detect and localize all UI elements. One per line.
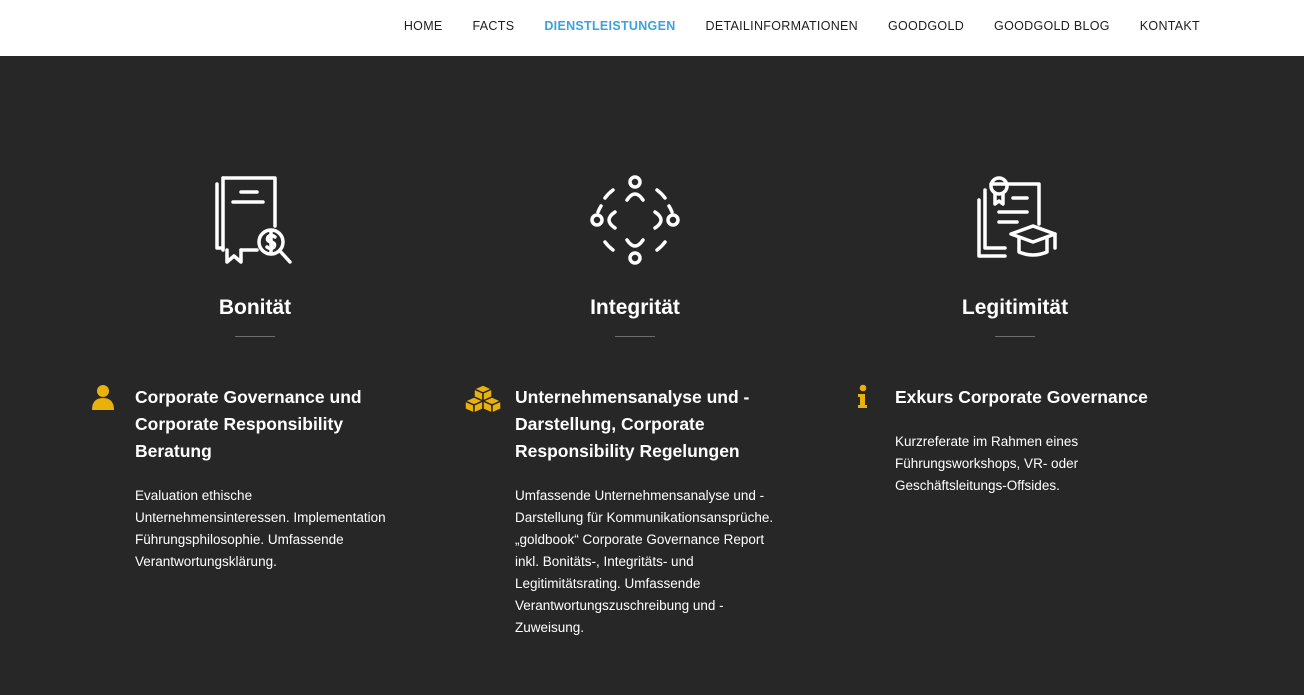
service-governance-beratung: Corporate Governance und Corporate Respo… [91, 384, 391, 573]
service-exkurs-governance: Exkurs Corporate Governance Kurzreferate… [851, 384, 1151, 497]
main-nav: HOME FACTS DIENSTLEISTUNGEN DETAILINFORM… [374, 0, 1200, 52]
divider [615, 336, 655, 337]
nav-item-home[interactable]: HOME [404, 19, 443, 33]
nav-item-detailinformationen[interactable]: DETAILINFORMATIONEN [706, 19, 858, 33]
nav-item-goodgold[interactable]: GOODGOLD [888, 19, 964, 33]
nav-item-kontakt[interactable]: KONTAKT [1140, 19, 1200, 33]
service-title: Unternehmensanalyse und -Darstellung, Co… [515, 387, 750, 461]
pillar-bonitaet: Bonität [115, 170, 395, 337]
service-unternehmensanalyse: Unternehmensanalyse und -Darstellung, Co… [465, 384, 785, 639]
service-title: Exkurs Corporate Governance [895, 387, 1148, 407]
pillar-integritaet: Integrität [495, 170, 775, 337]
document-dollar-search-icon [215, 176, 292, 264]
divider [235, 336, 275, 337]
service-description: Umfassende Unternehmensanalyse und -Dars… [515, 488, 774, 635]
service-title: Corporate Governance und Corporate Respo… [135, 387, 362, 461]
user-icon [92, 385, 114, 410]
top-navigation-bar: HOME FACTS DIENSTLEISTUNGEN DETAILINFORM… [0, 0, 1304, 56]
service-description: Evaluation ethische Unternehmensinteress… [135, 488, 386, 569]
pillar-legitimitaet: Legitimität [875, 170, 1155, 337]
pillar-title: Legitimität [961, 296, 1069, 319]
certificate-graduation-cap-icon [977, 176, 1057, 258]
divider [995, 336, 1035, 337]
info-icon [858, 384, 867, 408]
pillar-title: Integrität [590, 296, 680, 319]
nav-item-goodgold-blog[interactable]: GOODGOLD BLOG [994, 19, 1110, 33]
service-description: Kurzreferate im Rahmen eines Führungswor… [895, 434, 1079, 493]
people-circle-icon [590, 175, 680, 265]
nav-item-facts[interactable]: FACTS [473, 19, 515, 33]
nav-item-dienstleistungen[interactable]: DIENSTLEISTUNGEN [544, 19, 675, 33]
pillar-title: Bonität [218, 296, 292, 319]
cubes-icon [465, 384, 501, 414]
